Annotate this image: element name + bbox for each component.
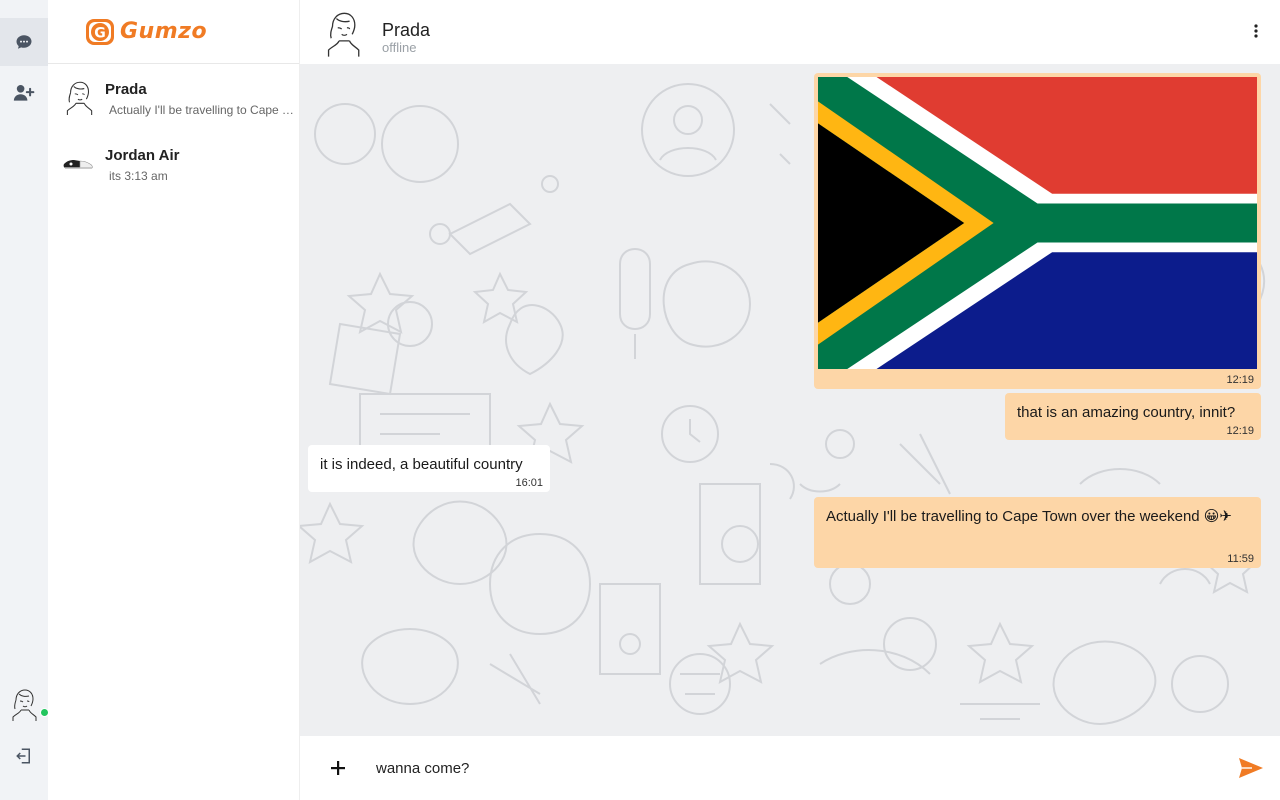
user-plus-icon	[13, 84, 35, 101]
sketch-avatar-icon	[12, 689, 37, 721]
chat-sidebar: G Gumzo Prada Actually I'll be travellin…	[48, 0, 300, 800]
chat-bubble-icon	[16, 35, 32, 49]
south-africa-flag-image	[818, 77, 1257, 369]
chat-preview: Actually I'll be travelling to Cape Town…	[109, 103, 295, 117]
chat-menu-button[interactable]	[1246, 20, 1266, 42]
chat-list-item-prada[interactable]: Prada Actually I'll be travelling to Cap…	[48, 64, 299, 130]
message-text: it is indeed, a beautiful country	[320, 456, 523, 473]
chat-name: Jordan Air	[105, 147, 180, 164]
chat-preview: its 3:13 am	[109, 169, 168, 183]
chat-header: Prada offline	[300, 0, 1280, 64]
rail-chats-button[interactable]	[0, 18, 48, 66]
kebab-menu-icon	[1254, 24, 1258, 38]
brand-name: Gumzo	[120, 19, 208, 44]
message-list[interactable]: 12:19 that is an amazing country, innit?…	[300, 64, 1280, 736]
message-input[interactable]	[370, 754, 1230, 782]
chat-name: Prada	[105, 81, 147, 98]
gumzo-logo: G	[86, 18, 114, 45]
send-icon	[1239, 758, 1263, 778]
message-bubble-outgoing[interactable]: that is an amazing country, innit? 12:19	[1005, 393, 1261, 440]
message-text: Actually I'll be travelling to Cape Town…	[826, 508, 1233, 525]
message-time: 12:19	[1226, 374, 1254, 386]
message-bubble-incoming[interactable]: it is indeed, a beautiful country 16:01	[308, 445, 550, 492]
logout-icon	[16, 748, 30, 764]
sketch-avatar-icon[interactable]	[322, 8, 364, 58]
plus-icon	[331, 761, 345, 775]
message-image-bubble[interactable]: 12:19	[814, 73, 1261, 389]
message-time: 11:59	[1227, 553, 1254, 565]
message-time: 16:01	[515, 477, 543, 489]
logo-letter: G	[94, 25, 106, 41]
contact-name: Prada	[382, 20, 431, 40]
sketch-avatar-icon	[66, 81, 93, 115]
message-bubble-outgoing[interactable]: Actually I'll be travelling to Cape Town…	[814, 497, 1261, 568]
sneaker-avatar-icon	[63, 160, 93, 169]
message-time: 12:19	[1226, 425, 1254, 437]
attach-button[interactable]	[326, 756, 350, 780]
logout-button[interactable]	[0, 732, 48, 780]
nav-rail	[0, 0, 49, 800]
chat-list-item-jordan-air[interactable]: Jordan Air its 3:13 am	[48, 130, 299, 196]
message-text: that is an amazing country, innit?	[1017, 404, 1236, 421]
contact-status: offline	[382, 40, 417, 55]
message-composer	[300, 736, 1280, 800]
rail-add-contact-button[interactable]	[0, 69, 48, 117]
current-user-avatar[interactable]	[8, 686, 40, 722]
brand: G Gumzo	[48, 0, 299, 64]
send-button[interactable]	[1236, 754, 1266, 782]
